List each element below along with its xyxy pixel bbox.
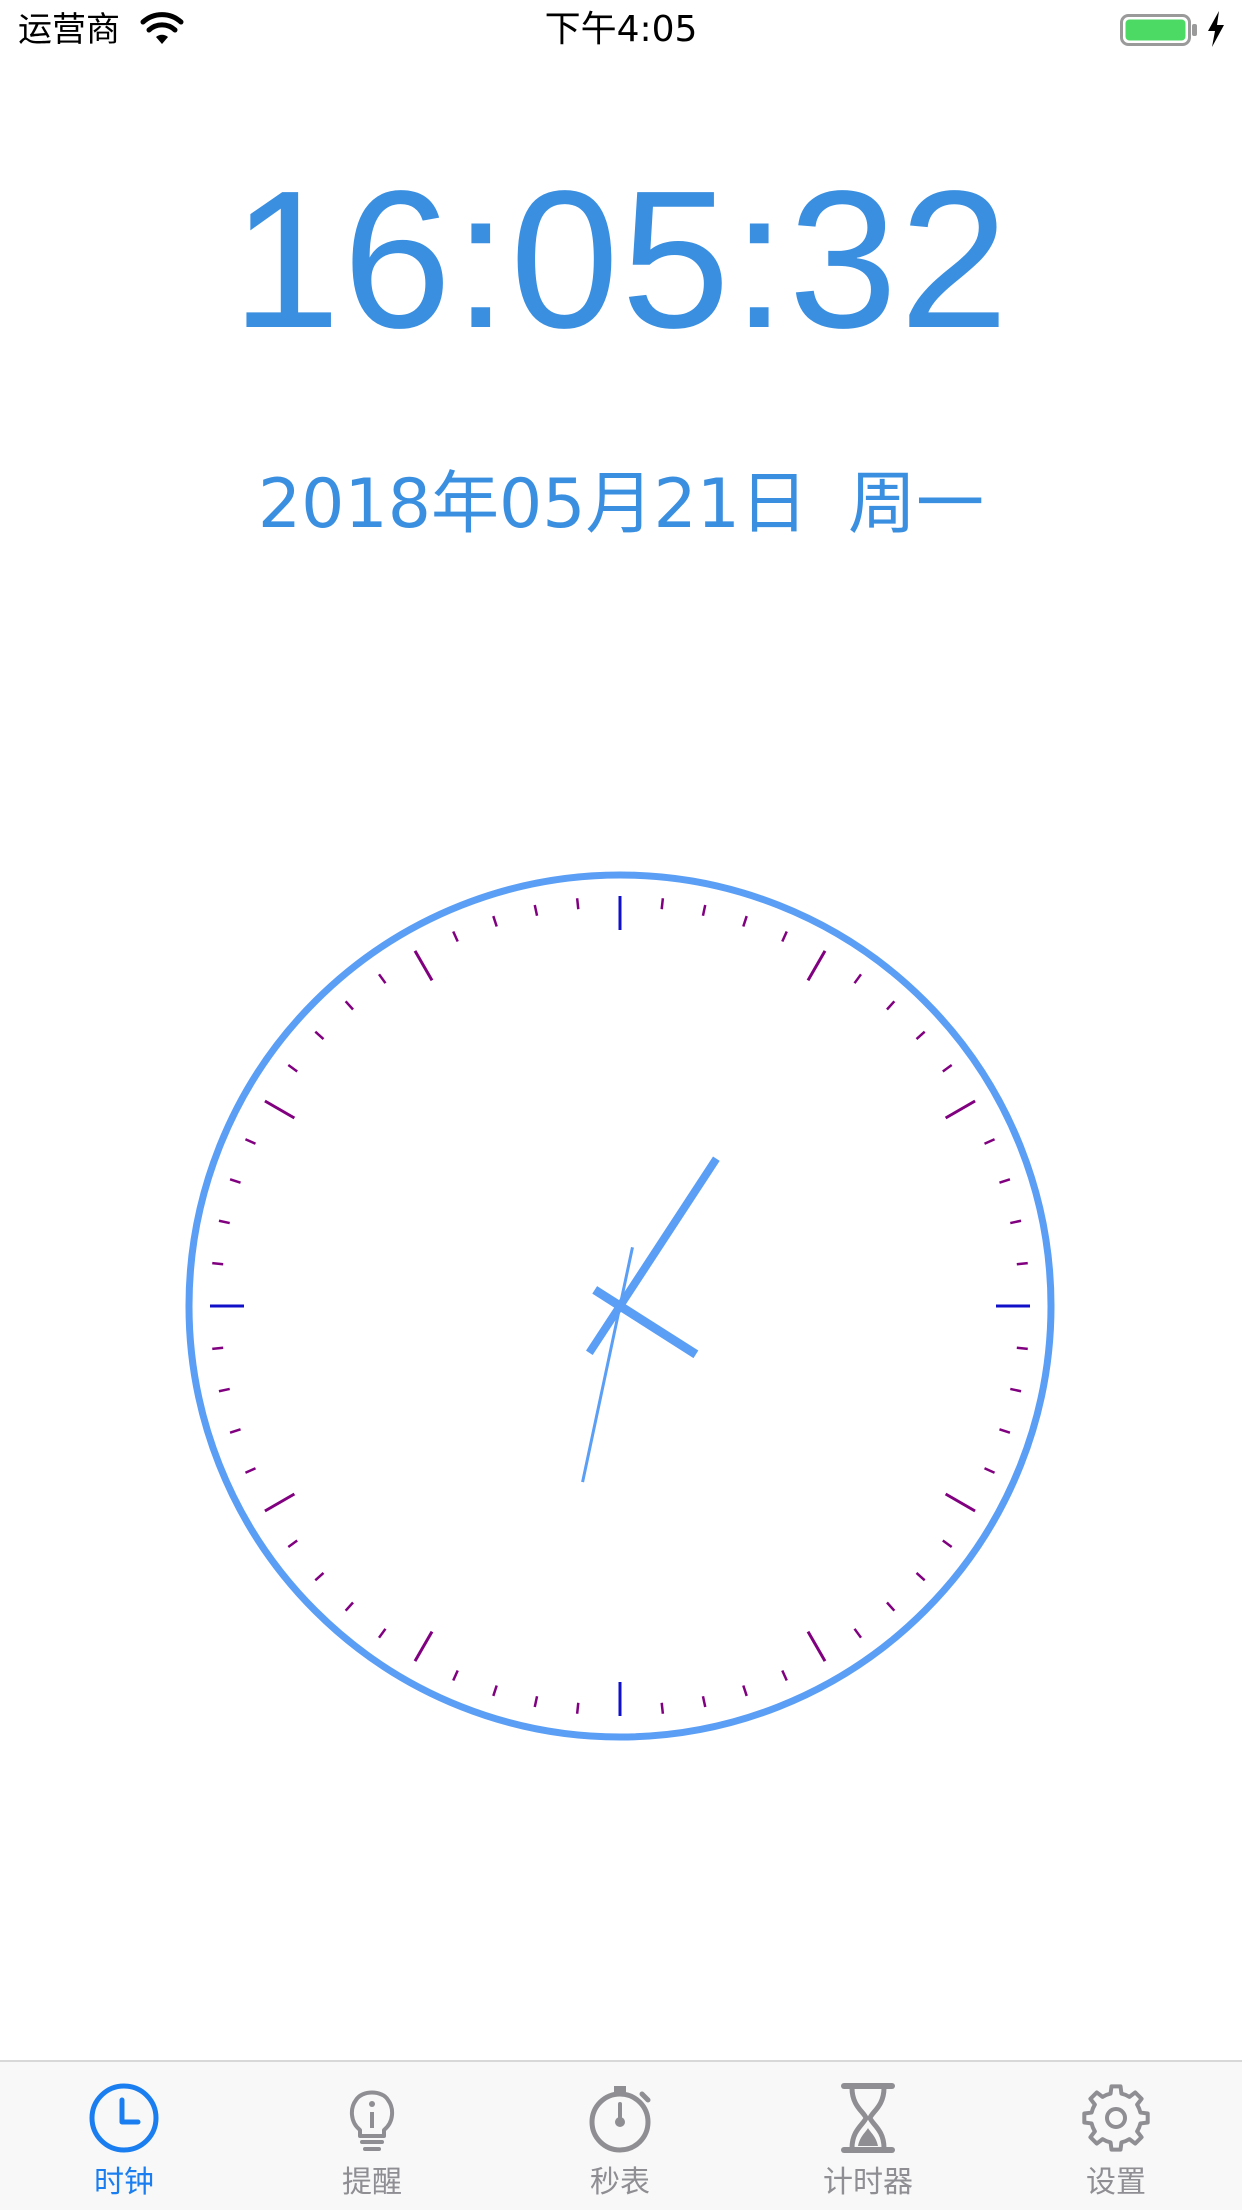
clock-minute-tick — [377, 973, 387, 984]
clock-minute-tick — [886, 1601, 896, 1612]
clock-minute-tick — [452, 1669, 459, 1682]
tab-reminder-label: 提醒 — [342, 2165, 402, 2200]
clock-minute-tick — [1016, 1346, 1028, 1351]
clock-minute-tick — [983, 1138, 996, 1145]
clock-minute-tick — [244, 1138, 257, 1145]
clock-minute-tick — [287, 1539, 298, 1549]
clock-minute-tick — [229, 1178, 241, 1184]
charging-bolt-icon — [1208, 11, 1224, 47]
clock-minute-tick — [452, 930, 459, 943]
clock-minute-tick — [915, 1572, 926, 1582]
clock-minute-tick — [1016, 1261, 1028, 1266]
clock-minute-tick — [742, 1685, 748, 1697]
second-hand — [581, 1246, 634, 1483]
analog-clock — [185, 871, 1055, 1741]
clock-minute-tick — [915, 1030, 926, 1040]
clock-minute-tick — [660, 898, 665, 910]
clock-hour-tick — [413, 950, 434, 982]
clock-minute-tick — [742, 915, 748, 927]
tab-stopwatch-label: 秒表 — [590, 2165, 650, 2200]
clock-minute-tick — [999, 1178, 1011, 1184]
clock-hour-tick — [413, 1630, 434, 1662]
clock-minute-tick — [781, 1669, 788, 1682]
clock-minute-tick — [781, 930, 788, 943]
clock-hour-tick — [944, 1099, 976, 1120]
digital-time: 16:05:32 — [231, 150, 1011, 369]
clock-minute-tick — [942, 1063, 953, 1073]
clock-minute-tick — [344, 1000, 354, 1011]
clock-minute-tick — [886, 1000, 896, 1011]
clock-hour-tick — [264, 1492, 296, 1513]
tab-clock[interactable]: 时钟 — [0, 2062, 248, 2210]
clock-hour-tick — [806, 1630, 827, 1662]
clock-minute-tick — [1010, 1387, 1022, 1393]
tab-stopwatch[interactable]: 秒表 — [496, 2062, 744, 2210]
clock-minute-tick — [492, 1685, 498, 1697]
clock-minute-tick — [533, 1696, 539, 1708]
clock-minute-tick — [218, 1219, 230, 1225]
clock-minute-tick — [218, 1387, 230, 1393]
clock-minute-tick — [287, 1063, 298, 1073]
clock-minute-tick — [229, 1428, 241, 1434]
clock-hour-tick — [806, 950, 827, 982]
gear-icon — [1082, 2084, 1150, 2152]
clock-minute-tick — [853, 973, 863, 984]
tab-bar: 时钟 提醒 秒表 计时器 设置 — [0, 2060, 1242, 2210]
hourglass-icon — [841, 2083, 895, 2153]
tab-clock-label: 时钟 — [94, 2165, 154, 2200]
status-bar: 运营商 下午4:05 — [0, 0, 1242, 60]
clock-minute-tick — [344, 1601, 354, 1612]
tab-timer[interactable]: 计时器 — [744, 2062, 992, 2210]
stopwatch-icon — [589, 2086, 651, 2153]
clock-minute-tick — [853, 1628, 863, 1639]
clock-minute-tick — [212, 1261, 224, 1266]
clock-minute-tick — [314, 1572, 325, 1582]
clock-minute-tick — [575, 898, 580, 910]
clock-minute-tick — [999, 1428, 1011, 1434]
clock-minute-tick — [575, 1702, 580, 1714]
clock-minute-tick — [377, 1628, 387, 1639]
clock-minute-tick — [533, 904, 539, 916]
date-line: 2018年05月21日 周一 — [0, 460, 1242, 550]
clock-minute-tick — [244, 1467, 257, 1474]
weekday-text: 周一 — [848, 465, 985, 544]
clock-minute-tick — [701, 904, 707, 916]
lightbulb-icon — [349, 2090, 395, 2151]
tab-reminder[interactable]: 提醒 — [248, 2062, 496, 2210]
tab-settings-label: 设置 — [1086, 2165, 1146, 2200]
tab-settings[interactable]: 设置 — [992, 2062, 1240, 2210]
clock-hour-tick — [944, 1492, 976, 1513]
clock-minute-tick — [314, 1030, 325, 1040]
clock-minute-tick — [1010, 1219, 1022, 1225]
tab-timer-label: 计时器 — [823, 2165, 913, 2200]
battery-icon — [1120, 14, 1197, 46]
clock-minute-tick — [942, 1539, 953, 1549]
clock-hour-tick — [264, 1099, 296, 1120]
clock-minute-tick — [492, 915, 498, 927]
clock-minute-tick — [983, 1467, 996, 1474]
clock-minute-tick — [660, 1702, 665, 1714]
date-text: 2018年05月21日 — [257, 465, 809, 544]
clock-minute-tick — [212, 1346, 224, 1351]
clock-minute-tick — [701, 1696, 707, 1708]
clock-icon — [89, 2083, 159, 2153]
status-time: 下午4:05 — [544, 9, 698, 50]
